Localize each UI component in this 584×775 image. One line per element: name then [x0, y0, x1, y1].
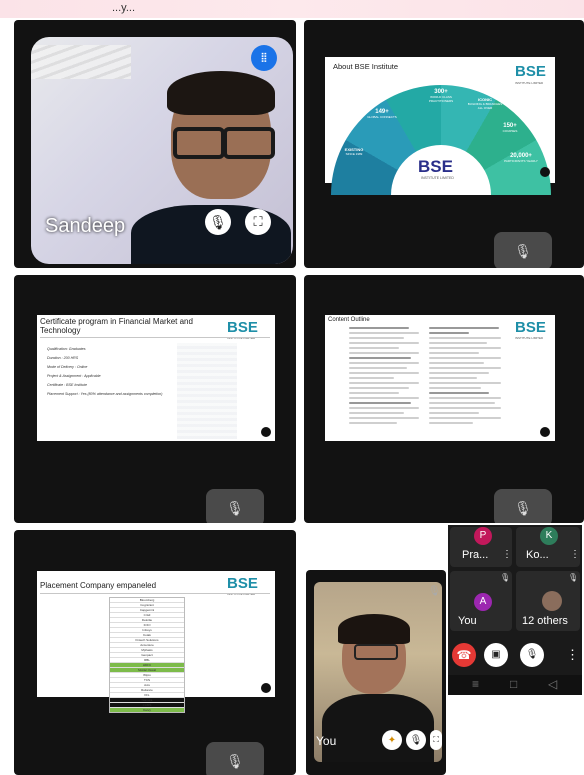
top-banner-text: ...y... — [112, 2, 136, 14]
fullscreen-button[interactable]: ⛶ — [245, 209, 271, 235]
more-options-icon[interactable]: ⋮ — [502, 549, 512, 560]
mic-off-icon: 🎙 — [525, 649, 539, 660]
system-nav-bar: ≡ □ ◁ — [448, 675, 582, 695]
phone-hangup-icon: ☎ — [456, 648, 472, 662]
avatar: P — [474, 527, 492, 545]
slide-content-outline: Content Outline BSE INSTITUTE LIMITED — [325, 315, 555, 441]
mic-toggle-button[interactable]: 🎙 — [520, 643, 544, 667]
video-tile-sandeep[interactable]: ⦙⦙ Sandeep 🎙 ⛶ — [14, 20, 296, 268]
self-mute-button[interactable]: 🎙 — [406, 730, 426, 750]
bse-center-logo: BSE — [418, 157, 453, 176]
more-options-icon[interactable]: ⋮ — [570, 549, 580, 560]
avatar: K — [540, 527, 558, 545]
bse-logo: BSE — [227, 575, 258, 592]
mic-off-icon: 🎙 — [209, 213, 227, 230]
others-count: 12 others — [522, 615, 568, 627]
participant-card-3[interactable]: 🎙 A You — [450, 571, 512, 631]
top-banner: ...y... — [0, 0, 584, 18]
bse-logo: BSE — [227, 319, 258, 336]
end-call-button[interactable]: ☎ — [452, 643, 476, 667]
stat-2: 149+ GLOBAL CONNECTS — [367, 109, 397, 119]
bse-logo: BSE — [515, 63, 546, 80]
muted-indicator: 🎙 — [494, 232, 552, 268]
avatar: A — [474, 593, 492, 611]
stat-6: 20,000+ PARTICIPANTS YEARLY — [504, 153, 538, 163]
company-table: Bloomberg Cognizant Capgemini Crisil Del… — [109, 597, 185, 713]
call-controls: ☎ ▣ 🎙 ⋮ — [448, 637, 582, 673]
mic-off-icon: 🎙 — [500, 573, 511, 582]
camera-toggle-button[interactable]: ▣ — [484, 643, 508, 667]
self-label: You — [316, 734, 337, 748]
sparkle-icon: ✦ — [387, 734, 397, 746]
slide-nav-dot[interactable] — [540, 167, 550, 177]
slide-title: Certificate program in Financial Market … — [40, 317, 193, 335]
muted-indicator: 🎙 — [206, 489, 264, 523]
slide-title: Placement Company empaneled — [40, 581, 157, 590]
participants-panel: P Pra... ⋮ K Ko... ⋮ 🎙 A You 🎙 12 others… — [448, 525, 582, 695]
participant-name: Sandeep — [45, 215, 126, 237]
self-fullscreen-button[interactable]: ⛶ — [430, 730, 442, 750]
video-tile-self[interactable]: You ✦ 🎙 ⛶ 🎙 — [306, 570, 446, 775]
mic-off-icon: 🎙 — [568, 573, 579, 582]
bse-logo-subtitle: INSTITUTE LIMITED — [515, 81, 544, 85]
camera-off-icon: ▣ — [491, 649, 501, 660]
mic-off-icon: 🎙 — [514, 499, 532, 516]
bse-logo: BSE — [515, 319, 546, 336]
audio-level-icon: ⦙⦙ — [251, 45, 277, 71]
effects-button[interactable]: ✦ — [382, 730, 402, 750]
slide-title: Content Outline — [328, 317, 370, 323]
video-tile-slide-placement[interactable]: Placement Company empaneled BSE INSTITUT… — [14, 530, 296, 775]
bse-logo-text: BSE — [515, 63, 546, 80]
more-options-icon[interactable]: ⋮ — [566, 647, 579, 663]
slide-about: About BSE Institute BSE INSTITUTE LIMITE… — [325, 57, 555, 195]
building-watermark — [177, 343, 237, 439]
participant-name: You — [458, 615, 477, 627]
stat-5: 150+ COURSES — [502, 123, 518, 133]
mute-remote-button[interactable]: 🎙 — [205, 209, 231, 235]
slide-nav-dot[interactable] — [540, 427, 550, 437]
participant-card-others[interactable]: 🎙 12 others — [516, 571, 580, 631]
stat-4: ICONIC BUILDING & BRANCHES ALL OVER — [467, 97, 503, 110]
slide-divider — [40, 593, 270, 594]
self-camera-feed: You ✦ 🎙 ⛶ — [314, 582, 442, 762]
stat-3: EXISTING SINCE 1989 — [344, 147, 364, 156]
mic-off-icon: 🎙 — [409, 734, 423, 746]
muted-indicator: 🎙 — [206, 742, 264, 775]
video-tile-slide-about[interactable]: About BSE Institute BSE INSTITUTE LIMITE… — [304, 20, 584, 268]
mic-off-icon: 🎙 — [226, 499, 244, 516]
back-nav-button[interactable]: ◁ — [548, 677, 557, 691]
slide-nav-dot[interactable] — [261, 683, 271, 693]
muted-indicator: 🎙 — [494, 489, 552, 523]
mic-off-icon: 🎙 — [226, 752, 244, 769]
video-tile-slide-content[interactable]: Content Outline BSE INSTITUTE LIMITED 🎙 — [304, 275, 584, 523]
home-nav-button[interactable]: □ — [510, 677, 517, 691]
participant-name: Pra... — [462, 549, 489, 561]
participant-card-1[interactable]: P Pra... ⋮ — [450, 527, 512, 567]
camera-feed: ⦙⦙ Sandeep 🎙 ⛶ — [31, 37, 293, 264]
slide-title: About BSE Institute — [333, 62, 399, 71]
outline-column-left — [349, 327, 419, 427]
mic-off-icon: 🎙 — [428, 586, 441, 597]
slide-nav-dot[interactable] — [261, 427, 271, 437]
recents-nav-button[interactable]: ≡ — [472, 677, 479, 691]
avatar — [542, 591, 562, 611]
person-silhouette — [131, 71, 291, 264]
bse-logo-subtitle: INSTITUTE LIMITED — [515, 336, 544, 340]
cert-details: Qualification: Graduates Duration : 200 … — [47, 347, 163, 396]
slide-placement: Placement Company empaneled BSE INSTITUT… — [37, 571, 275, 713]
slide-divider — [40, 337, 270, 338]
participant-name: Ko... — [526, 549, 549, 561]
outline-column-right — [429, 327, 501, 427]
video-tile-slide-certificate[interactable]: Certificate program in Financial Market … — [14, 275, 296, 523]
bse-center-subtitle: INSTITUTE LIMITED — [421, 176, 454, 180]
slide-certificate: Certificate program in Financial Market … — [37, 315, 275, 441]
stat-1: 300+ WORLD CLASS PRACTITIONERS — [428, 89, 454, 103]
mic-off-icon: 🎙 — [514, 242, 532, 259]
fullscreen-icon: ⛶ — [253, 214, 263, 229]
participant-card-2[interactable]: K Ko... ⋮ — [516, 527, 580, 567]
fullscreen-icon: ⛶ — [433, 735, 439, 744]
